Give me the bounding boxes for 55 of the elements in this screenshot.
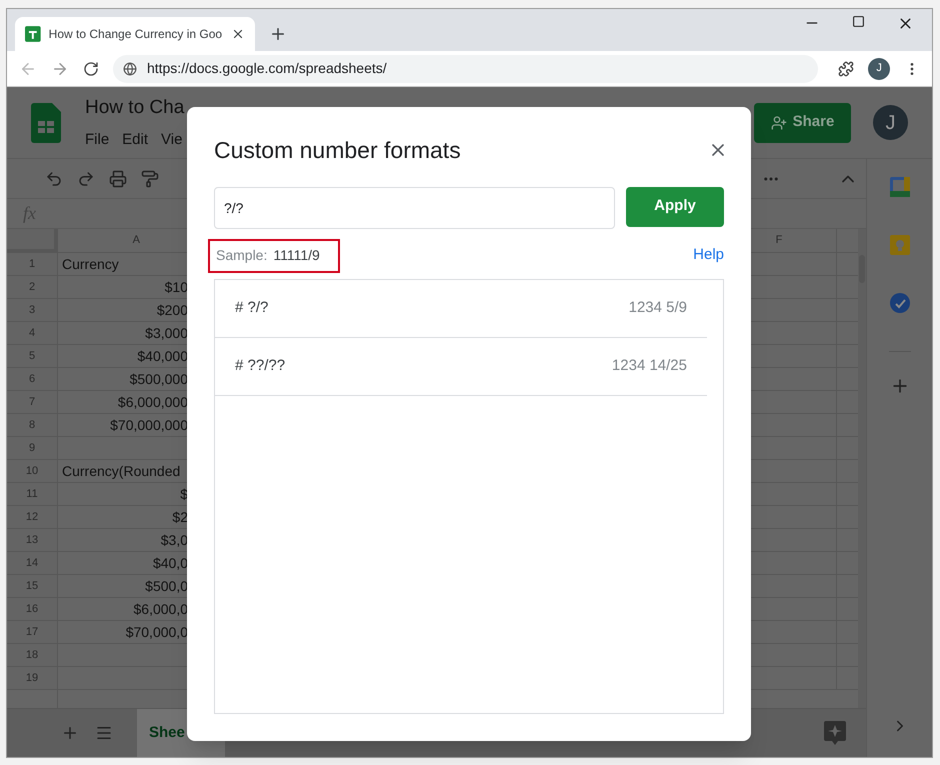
spreadsheet-logo-icon <box>31 102 61 142</box>
sheet-list-icon[interactable] <box>95 724 113 742</box>
format-option[interactable]: # ?/? 1234 5/9 <box>215 280 707 338</box>
reload-icon[interactable] <box>82 60 99 76</box>
document-title[interactable]: How to Cha <box>85 94 184 122</box>
browser-tab[interactable]: How to Change Currency in Goo <box>15 17 255 51</box>
row-number: 16 <box>7 598 58 621</box>
close-icon[interactable] <box>231 27 245 41</box>
row-number: 6 <box>7 368 58 391</box>
row-number: 3 <box>7 299 58 322</box>
print-icon[interactable] <box>109 170 127 188</box>
redo-icon[interactable] <box>77 170 95 188</box>
new-tab-icon[interactable] <box>269 25 287 43</box>
calendar-icon[interactable] <box>890 177 910 197</box>
menu-item[interactable]: Edit <box>122 128 148 151</box>
tab-title: How to Change Currency in Goo <box>48 26 223 43</box>
row-number: 5 <box>7 345 58 368</box>
row-number: 10 <box>7 460 58 483</box>
paint-format-icon[interactable] <box>141 170 159 188</box>
sample-label: Sample: <box>216 246 268 265</box>
person-icon <box>770 114 787 130</box>
row-number: 14 <box>7 552 58 575</box>
add-sheet-icon[interactable] <box>61 724 79 742</box>
format-option[interactable]: # ??/?? 1234 14/25 <box>215 338 707 396</box>
row-number: 2 <box>7 276 58 299</box>
sample-value: 11111/9 <box>273 246 320 265</box>
profile-avatar[interactable]: J <box>873 105 908 140</box>
row-number: 18 <box>7 644 58 667</box>
row-number: 17 <box>7 621 58 644</box>
row-number: 1 <box>7 253 58 276</box>
share-button[interactable]: Share <box>754 102 851 142</box>
row-number: 11 <box>7 483 58 506</box>
row-number: 12 <box>7 506 58 529</box>
format-input-field[interactable]: ?/? <box>214 186 615 228</box>
row-number: 19 <box>7 667 58 690</box>
spreadsheet-icon <box>25 26 41 42</box>
row-number: 4 <box>7 322 58 345</box>
globe-icon <box>122 62 137 76</box>
address-field[interactable]: https://docs.google.com/spreadsheets/ <box>112 54 818 82</box>
row-number: 8 <box>7 414 58 437</box>
row-number: 7 <box>7 391 58 414</box>
row-number: 13 <box>7 529 58 552</box>
apply-button[interactable]: Apply <box>626 186 724 226</box>
dialog-title: Custom number formats <box>214 136 461 165</box>
menu-item[interactable]: File <box>85 128 110 151</box>
row-number: 15 <box>7 575 58 598</box>
menu-item[interactable]: Vie <box>161 128 182 151</box>
check-circle-icon[interactable] <box>890 293 910 313</box>
explore-icon[interactable] <box>824 721 846 745</box>
undo-icon[interactable] <box>45 170 63 188</box>
help-link[interactable]: Help <box>693 244 724 267</box>
row-number: 9 <box>7 437 58 460</box>
maximize-icon[interactable] <box>852 15 865 28</box>
profile-avatar[interactable]: J <box>868 58 890 80</box>
extensions-icon[interactable] <box>838 60 854 76</box>
